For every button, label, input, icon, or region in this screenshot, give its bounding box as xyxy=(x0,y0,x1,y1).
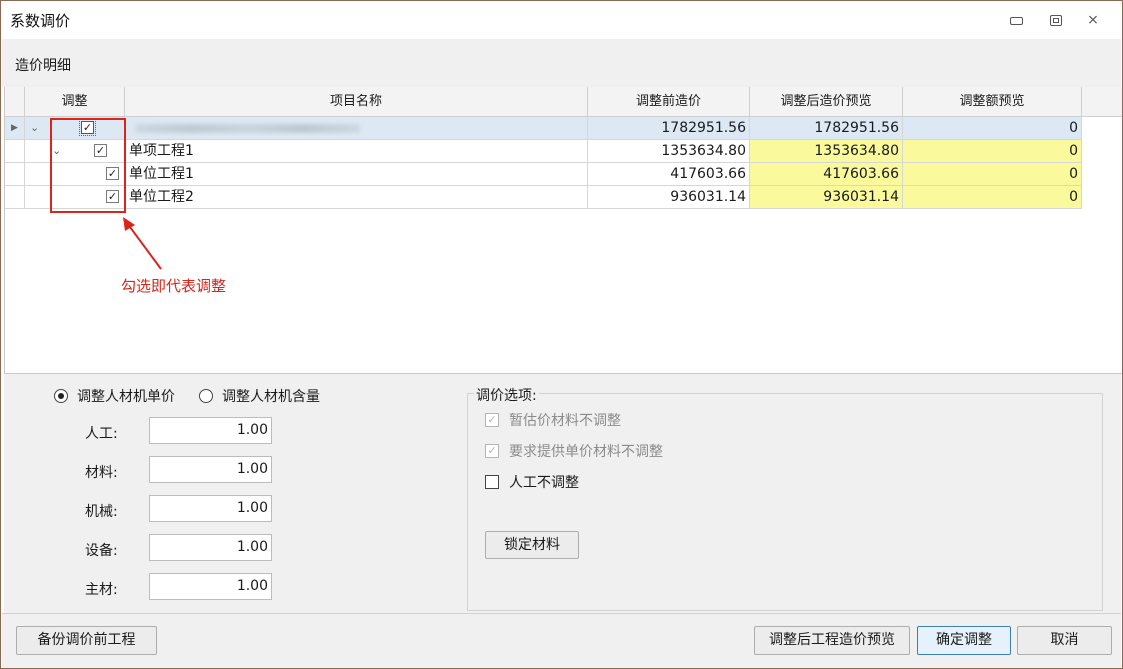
label-labor-not-adjusted[interactable]: 人工不调整 xyxy=(509,472,579,492)
delta-cell: 0 xyxy=(903,186,1082,209)
label-supplied-price-material: 要求提供单价材料不调整 xyxy=(509,444,663,460)
lock-material-button[interactable]: 锁定材料 xyxy=(485,531,579,559)
column-header-after-cost-preview[interactable]: 调整后造价预览 xyxy=(750,87,903,117)
machinery-coefficient-input[interactable]: 1.00 xyxy=(149,495,272,522)
confirm-adjust-button[interactable]: 确定调整 xyxy=(917,626,1011,655)
row-header-corner xyxy=(5,87,25,117)
footer-bar: 备份调价前工程 调整后工程造价预览 确定调整 取消 xyxy=(2,613,1121,668)
coefficient-adjust-dialog: 系数调价 ⨯ 造价明细 调整 项目名称 调整前造价 调整后造价预览 调整额预览 … xyxy=(0,0,1123,669)
checkbox-provisional-material: ✓ xyxy=(485,413,499,427)
column-header-project-name[interactable]: 项目名称 xyxy=(125,87,588,117)
window-title: 系数调价 xyxy=(10,12,71,30)
delta-cell: 0 xyxy=(903,117,1082,140)
main-material-label: 主材: xyxy=(85,582,118,598)
after-cost-cell: 936031.14 xyxy=(750,186,903,209)
radio-adjust-unit-price[interactable] xyxy=(54,389,68,403)
before-cost-cell: 417603.66 xyxy=(588,163,750,186)
radio-adjust-quantity[interactable] xyxy=(199,389,213,403)
after-cost-cell: 1782951.56 xyxy=(750,117,903,140)
column-header-delta-preview[interactable]: 调整额预览 xyxy=(903,87,1082,117)
before-cost-cell: 1782951.56 xyxy=(588,117,750,140)
main-material-coefficient-input[interactable]: 1.00 xyxy=(149,573,272,600)
equipment-coefficient-input[interactable]: 1.00 xyxy=(149,534,272,561)
close-icon[interactable]: ⨯ xyxy=(1083,11,1103,29)
project-name-cell: 单位工程2 xyxy=(125,186,588,209)
delta-cell: 0 xyxy=(903,163,1082,186)
after-cost-cell: 417603.66 xyxy=(750,163,903,186)
label-provisional-material: 暂估价材料不调整 xyxy=(509,413,621,429)
column-header-before-cost[interactable]: 调整前造价 xyxy=(588,87,750,117)
column-header-adjust[interactable]: 调整 xyxy=(25,87,125,117)
after-cost-cell: 1353634.80 xyxy=(750,140,903,163)
column-header-filler xyxy=(1082,87,1122,117)
project-name-cell xyxy=(125,117,588,140)
restore-icon[interactable] xyxy=(1046,11,1066,29)
delta-cell: 0 xyxy=(903,140,1082,163)
row-indicator[interactable]: ▶ xyxy=(5,117,25,140)
cancel-button[interactable]: 取消 xyxy=(1017,626,1112,655)
title-bar: 系数调价 ⨯ xyxy=(1,1,1122,39)
pricing-options-title: 调价选项: xyxy=(474,385,539,405)
material-label: 材料: xyxy=(85,465,118,481)
minimize-icon[interactable] xyxy=(1006,11,1026,29)
section-header: 造价明细 xyxy=(2,39,1121,87)
before-cost-cell: 1353634.80 xyxy=(588,140,750,163)
backup-project-button[interactable]: 备份调价前工程 xyxy=(16,626,157,655)
machinery-label: 机械: xyxy=(85,504,118,520)
adjust-settings-panel: 调整人材机单价 调整人材机含量 人工: 1.00 材料: 1.00 机械: 1.… xyxy=(4,374,1121,613)
collapse-chevron-icon[interactable]: ⌄ xyxy=(30,117,39,139)
project-name-cell: 单位工程1 xyxy=(125,163,588,186)
labor-coefficient-input[interactable]: 1.00 xyxy=(149,417,272,444)
labor-label: 人工: xyxy=(85,426,118,442)
equipment-label: 设备: xyxy=(85,543,118,559)
row-indicator[interactable] xyxy=(5,186,25,209)
checkbox-supplied-price-material: ✓ xyxy=(485,444,499,458)
expand-arrow-icon[interactable]: ▶ xyxy=(11,117,18,139)
project-name-cell: 单项工程1 xyxy=(125,140,588,163)
row-indicator[interactable] xyxy=(5,163,25,186)
table-row[interactable]: ✓ 单位工程2 936031.14 936031.14 0 xyxy=(5,186,1082,209)
material-coefficient-input[interactable]: 1.00 xyxy=(149,456,272,483)
annotation-arrow-icon xyxy=(123,217,162,270)
section-title: 造价明细 xyxy=(15,58,71,74)
redacted-project-name xyxy=(135,124,360,133)
checkbox-labor-not-adjusted[interactable] xyxy=(485,475,499,489)
radio-label-adjust-quantity[interactable]: 调整人材机含量 xyxy=(222,386,320,406)
table-row[interactable]: ⌄ ✓ 单项工程1 1353634.80 1353634.80 0 xyxy=(5,140,1082,163)
table-row[interactable]: ▶ ⌄ ✓ 1782951.56 1782951.56 0 xyxy=(5,117,1082,140)
row-indicator[interactable] xyxy=(5,140,25,163)
before-cost-cell: 936031.14 xyxy=(588,186,750,209)
annotation-highlight-box xyxy=(50,118,126,213)
table-row[interactable]: ✓ 单位工程1 417603.66 417603.66 0 xyxy=(5,163,1082,186)
adjusted-cost-preview-button[interactable]: 调整后工程造价预览 xyxy=(754,626,910,655)
annotation-note: 勾选即代表调整 xyxy=(121,277,227,295)
cost-detail-grid: 调整 项目名称 调整前造价 调整后造价预览 调整额预览 ▶ ⌄ ✓ 178295… xyxy=(4,87,1122,374)
radio-label-adjust-unit-price[interactable]: 调整人材机单价 xyxy=(77,386,175,406)
